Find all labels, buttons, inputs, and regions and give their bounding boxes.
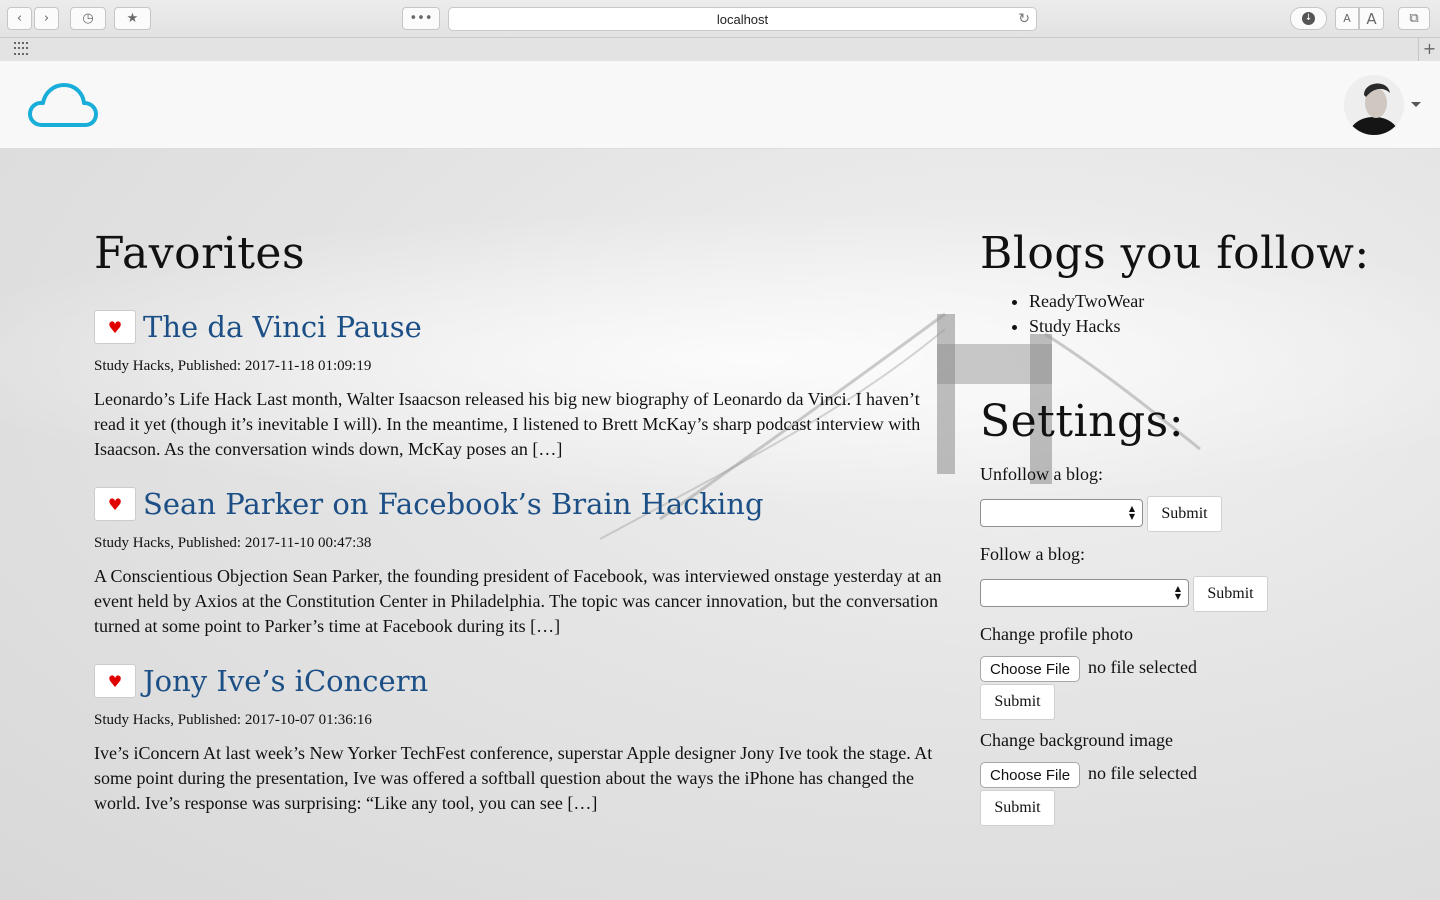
heart-icon: ♥ [107,671,123,691]
ellipsis-icon: ••• [409,11,433,26]
browser-chrome: ‹ › ◷ ★ ••• localhost ↻ ↓ A A ⧉ + [0,0,1440,61]
followed-blogs-list: ReadyTwoWear Study Hacks [1029,289,1400,339]
profile-photo-label: Change profile photo [980,624,1133,644]
profile-submit-button[interactable]: Submit [980,684,1055,720]
post-item: ♥ The da Vinci Pause Study Hacks, Publis… [94,310,954,462]
download-button[interactable]: ↓ [1290,7,1327,30]
font-smaller-button[interactable]: A [1335,7,1359,30]
unfollow-select[interactable]: ▲ ▼ [980,499,1143,527]
post-excerpt: A Conscientious Objection Sean Parker, t… [94,566,942,636]
grid-icon[interactable] [14,42,30,56]
settings-section: Settings: Unfollow a blog: ▲ ▼ Submit Fol… [980,396,1400,826]
font-large-label: A [1366,9,1377,28]
reload-icon[interactable]: ↻ [1018,11,1030,27]
list-item: ReadyTwoWear [1029,289,1400,314]
more-button[interactable]: ••• [402,7,440,30]
unfollow-label: Unfollow a blog: [980,464,1103,484]
font-small-label: A [1343,12,1351,25]
chevron-left-icon: ‹ [16,11,23,26]
favorite-button[interactable]: ♥ [94,310,136,344]
followed-blogs-title: Blogs you follow: [980,228,1370,279]
favorites-title: Favorites [94,228,306,279]
forward-button[interactable]: › [34,7,59,30]
favorites-bar: + [0,37,1440,61]
background-submit-button[interactable]: Submit [980,790,1055,826]
heart-icon: ♥ [107,494,123,514]
tabs-button[interactable]: ⧉ [1398,7,1430,30]
bookmarks-button[interactable]: ★ [114,7,151,30]
list-item: Study Hacks [1029,314,1400,339]
favorite-button[interactable]: ♥ [94,664,136,698]
favorite-button[interactable]: ♥ [94,487,136,521]
background-choose-file-button[interactable]: Choose File [980,762,1081,788]
follow-submit-button[interactable]: Submit [1193,576,1268,612]
background-image-label: Change background image [980,730,1173,750]
profile-choose-file-button[interactable]: Choose File [980,656,1081,682]
post-meta: Study Hacks, Published: 2017-11-18 01:09… [94,358,372,374]
post-title-link[interactable]: Jony Ive’s iConcern [143,664,428,698]
post-title-link[interactable]: The da Vinci Pause [143,310,422,344]
settings-title: Settings: [980,396,1185,447]
heart-icon: ♥ [107,317,123,337]
post-meta: Study Hacks, Published: 2017-10-07 01:36… [94,712,372,728]
url-text: localhost [716,11,769,27]
history-button[interactable]: ◷ [70,7,106,30]
select-arrows-icon: ▲ ▼ [1128,504,1135,521]
follow-select[interactable]: ▲ ▼ [980,579,1189,607]
post-excerpt: Ive’s iConcern At last week’s New Yorker… [94,743,933,813]
post-item: ♥ Sean Parker on Facebook’s Brain Hackin… [94,487,954,639]
chevron-right-icon: › [43,11,50,26]
new-tab-button[interactable]: + [1418,38,1440,61]
favorites-section: Favorites ♥ The da Vinci Pause Study Hac… [94,228,954,813]
cloud-logo[interactable] [28,81,98,129]
chevron-down-icon[interactable] [1411,102,1421,107]
post-item: ♥ Jony Ive’s iConcern Study Hacks, Publi… [94,664,954,816]
font-larger-button[interactable]: A [1359,7,1384,30]
profile-file-status: no file selected [1088,657,1197,677]
unfollow-submit-button[interactable]: Submit [1147,496,1222,532]
avatar[interactable] [1344,75,1404,135]
browser-toolbar: ‹ › ◷ ★ ••• localhost ↻ ↓ A A ⧉ [0,0,1440,37]
followed-blogs-section: Blogs you follow: ReadyTwoWear Study Hac… [980,228,1400,339]
back-button[interactable]: ‹ [7,7,32,30]
address-bar[interactable]: localhost ↻ [448,7,1037,31]
star-icon: ★ [126,11,139,26]
site-header [0,61,1440,149]
background-file-status: no file selected [1088,763,1197,783]
download-icon: ↓ [1302,12,1315,25]
clock-icon: ◷ [82,11,94,26]
post-title-link[interactable]: Sean Parker on Facebook’s Brain Hacking [143,487,764,521]
select-arrows-icon: ▲ ▼ [1174,584,1181,601]
post-excerpt: Leonardo’s Life Hack Last month, Walter … [94,389,921,459]
post-meta: Study Hacks, Published: 2017-11-10 00:47… [94,535,372,551]
follow-label: Follow a blog: [980,544,1086,564]
tabs-icon: ⧉ [1409,11,1419,26]
